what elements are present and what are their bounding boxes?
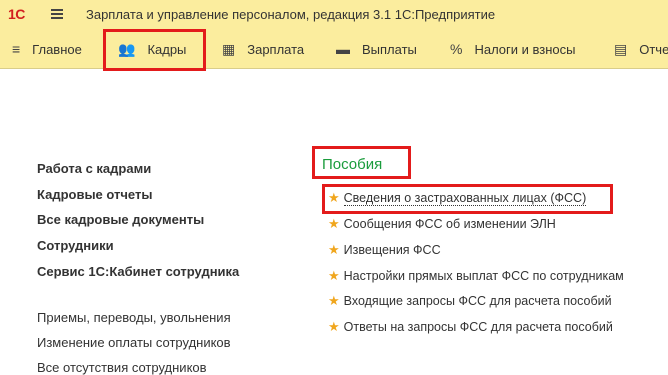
left-menu-item[interactable]: Сервис 1С:Кабинет сотрудника <box>37 264 239 279</box>
star-icon[interactable]: ★ <box>328 216 340 231</box>
report-icon: ▤ <box>614 40 628 57</box>
percent-icon: % <box>450 41 463 57</box>
nav-reports-label: Отче <box>639 41 668 57</box>
left-menu-item[interactable]: Работа с кадрами <box>37 161 151 176</box>
wallet-icon: ▬ <box>336 41 350 57</box>
left-menu-link[interactable]: Все отсутствия сотрудников <box>37 360 207 375</box>
benefits-title-highlight <box>312 146 411 179</box>
left-menu-item[interactable]: Сотрудники <box>37 238 114 253</box>
nav-salary[interactable]: ▦ Зарплата <box>222 30 304 68</box>
benefits-link[interactable]: ★ Сообщения ФСС об изменении ЭЛН <box>328 216 556 232</box>
app-logo: 1С <box>8 6 25 22</box>
nav-taxes[interactable]: % Налоги и взносы <box>450 30 576 68</box>
benefits-link[interactable]: ★ Входящие запросы ФСС для расчета пособи… <box>328 293 612 309</box>
title-bar: 1С Зарплата и управление персоналом, ред… <box>0 0 668 30</box>
left-menu-item[interactable]: Кадровые отчеты <box>37 187 152 202</box>
nav-hr-highlight <box>103 29 206 71</box>
benefits-link[interactable]: ★ Настройки прямых выплат ФСС по сотрудни… <box>328 268 624 284</box>
left-menu-link[interactable]: Приемы, переводы, увольнения <box>37 310 231 325</box>
nav-reports[interactable]: ▤ Отче <box>614 30 668 68</box>
calculator-icon: ▦ <box>222 40 236 57</box>
benefits-link[interactable]: ★ Ответы на запросы ФСС для расчета пособ… <box>328 319 613 335</box>
benefits-link-highlight <box>322 184 613 214</box>
benefits-link[interactable]: ★ Извещения ФСС <box>328 242 441 258</box>
app-title: Зарплата и управление персоналом, редакц… <box>86 7 496 22</box>
left-menu-item[interactable]: Все кадровые документы <box>37 212 204 227</box>
star-icon[interactable]: ★ <box>328 268 340 283</box>
star-icon[interactable]: ★ <box>328 242 340 257</box>
nav-taxes-label: Налоги и взносы <box>474 41 576 57</box>
menu-lines-icon: ≡ <box>12 41 21 57</box>
nav-payments[interactable]: ▬ Выплаты <box>336 30 417 68</box>
nav-salary-label: Зарплата <box>247 41 305 57</box>
section-panel: ≡ Главное 👥 Кадры ▦ Зарплата ▬ Выплаты %… <box>0 30 668 69</box>
star-icon[interactable]: ★ <box>328 293 340 308</box>
nav-main-label: Главное <box>32 41 82 57</box>
star-icon[interactable]: ★ <box>328 319 340 334</box>
left-menu-link[interactable]: Изменение оплаты сотрудников <box>37 335 231 350</box>
nav-main[interactable]: ≡ Главное <box>12 30 82 68</box>
nav-payments-label: Выплаты <box>362 41 417 57</box>
main-menu-icon[interactable] <box>51 9 63 19</box>
